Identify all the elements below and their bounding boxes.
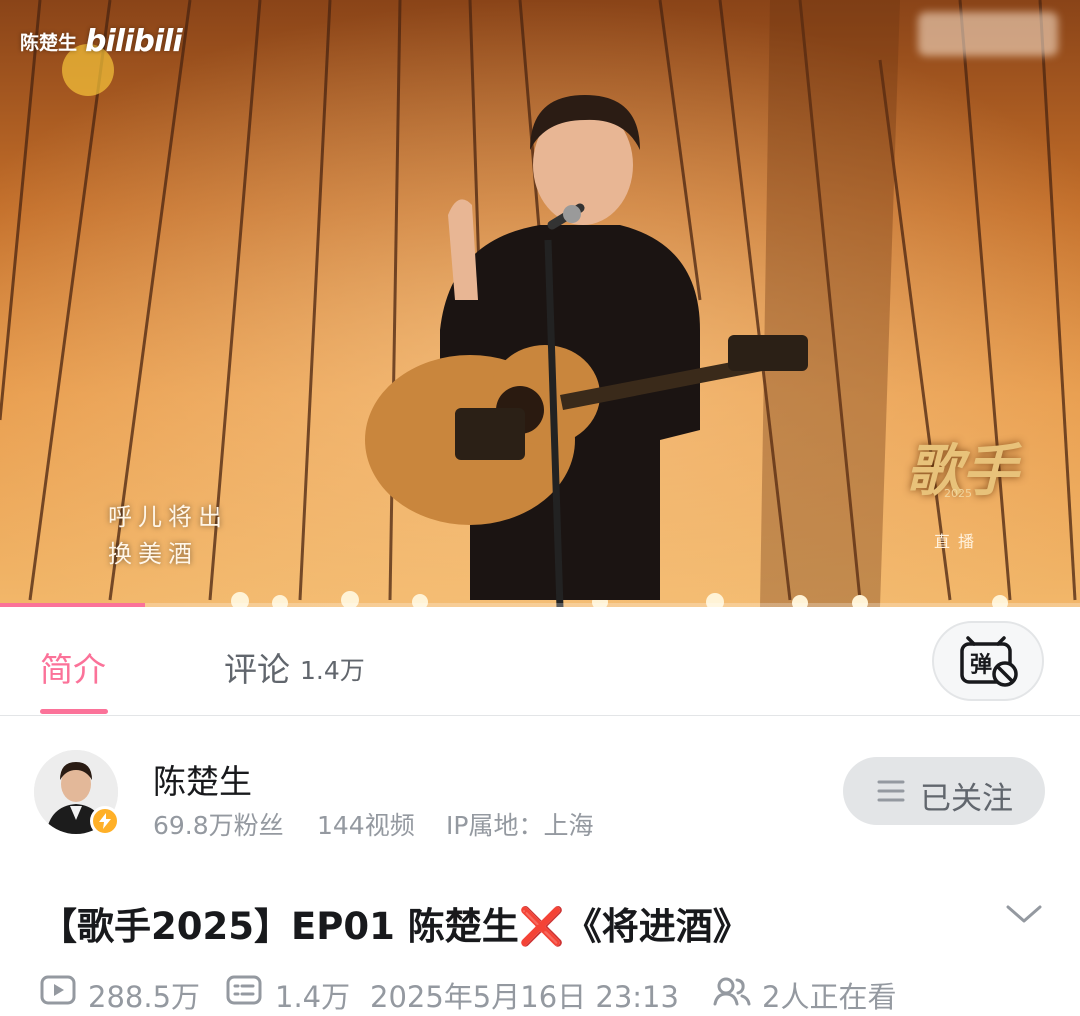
- lyric-line-1: 呼儿将出: [108, 503, 228, 531]
- blurred-watermark: [918, 12, 1058, 56]
- follower-count: 69.8万粉丝: [153, 811, 284, 840]
- active-tab-indicator: [40, 709, 108, 714]
- video-count: 144视频: [317, 811, 415, 840]
- chevron-down-icon[interactable]: [1004, 900, 1044, 928]
- svg-text:弹: 弹: [970, 653, 992, 678]
- tab-intro[interactable]: 简介: [40, 643, 106, 691]
- video-player[interactable]: 陈楚生 bilibili 呼儿将出 换美酒 歌手 2025 直播: [0, 0, 1080, 607]
- watching-now: 2人正在看: [762, 980, 897, 1014]
- danmaku-count-icon: [226, 975, 262, 1005]
- tab-bar: 简介 评论 1.4万 弹: [0, 607, 1080, 716]
- play-count-icon: [40, 975, 76, 1005]
- lyric-line-2: 换美酒: [108, 540, 198, 568]
- follow-button[interactable]: 已关注: [843, 757, 1045, 825]
- uploader-name[interactable]: 陈楚生: [153, 755, 252, 803]
- bilibili-logo-icon: bilibili: [85, 24, 183, 59]
- danmaku-count: 1.4万: [275, 980, 351, 1014]
- uploader-watermark: 陈楚生 bilibili: [20, 24, 183, 59]
- view-count: 288.5万: [88, 980, 201, 1014]
- viewers-icon: [713, 977, 751, 1006]
- danmaku-toggle-button[interactable]: 弹: [932, 621, 1044, 701]
- live-badge: 直播: [934, 532, 983, 551]
- show-year: 2025: [944, 487, 972, 500]
- verified-badge-icon: [90, 806, 120, 836]
- follow-button-label: 已关注: [920, 781, 1013, 817]
- menu-icon: [877, 780, 905, 802]
- comments-count[interactable]: 1.4万: [300, 651, 365, 687]
- ip-location: IP属地：上海: [446, 811, 594, 840]
- video-title: 【歌手2025】EP01 陈楚生❌《将进酒》: [40, 905, 750, 948]
- video-meta: 288.5万 1.4万 2025年5月16日 23:13 2人正在看: [40, 970, 1070, 1014]
- publish-time: 2025年5月16日 23:13: [370, 980, 679, 1014]
- tab-comments[interactable]: 评论: [224, 643, 290, 691]
- watermark-name: 陈楚生: [20, 32, 78, 54]
- danmaku-off-icon: 弹: [960, 636, 1018, 687]
